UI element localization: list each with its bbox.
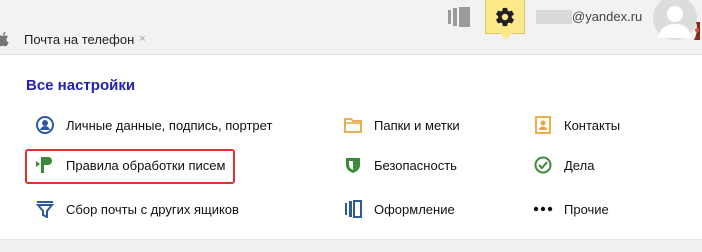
- menu-item-label: Сбор почты с других ящиков: [66, 201, 239, 217]
- theme-icon: [342, 198, 364, 220]
- shield-icon: [342, 154, 364, 176]
- themes-icon[interactable]: [448, 7, 470, 27]
- checkmark-icon: [532, 154, 554, 176]
- menu-item-label: Прочие: [564, 201, 609, 217]
- menu-item-tasks[interactable]: Дела: [532, 153, 594, 177]
- menu-item-contacts[interactable]: Контакты: [532, 113, 620, 137]
- menu-item-label: Правила обработки писем: [66, 157, 226, 173]
- menu-item-label: Папки и метки: [374, 117, 460, 133]
- user-email-domain: @yandex.ru: [572, 9, 643, 24]
- user-account[interactable]: @yandex.ru: [536, 9, 642, 24]
- settings-dropdown: Все настройки Личные данные, подпись, по…: [0, 54, 702, 252]
- menu-item-appearance[interactable]: Оформление: [342, 197, 455, 221]
- mail-to-phone-label[interactable]: Почта на телефон: [24, 32, 134, 47]
- menu-item-label: Оформление: [374, 201, 455, 217]
- top-bar: Почта на телефон × @yandex.ru: [0, 0, 702, 54]
- flag-rules-icon: [34, 154, 56, 176]
- contacts-icon: [532, 114, 554, 136]
- mail-to-phone-tab[interactable]: Почта на телефон ×: [0, 27, 146, 51]
- close-icon[interactable]: ×: [139, 33, 145, 45]
- gear-icon: [496, 7, 514, 26]
- menu-item-mail-collector[interactable]: Сбор почты с других ящиков: [34, 197, 239, 221]
- funnel-icon: [34, 198, 56, 220]
- menu-item-personal-data[interactable]: Личные данные, подпись, портрет: [34, 113, 272, 137]
- menu-item-label: Дела: [564, 157, 595, 173]
- folder-icon: [342, 114, 364, 136]
- avatar-icon[interactable]: [650, 0, 700, 40]
- person-icon: [34, 114, 56, 136]
- more-dots-icon: [532, 198, 554, 220]
- menu-item-folders-labels[interactable]: Папки и метки: [342, 113, 460, 137]
- all-settings-link[interactable]: Все настройки: [26, 77, 135, 94]
- menu-item-other[interactable]: Прочие: [532, 197, 609, 221]
- menu-item-security[interactable]: Безопасность: [342, 153, 457, 177]
- username-masked: [536, 9, 572, 24]
- apple-icon: [0, 32, 9, 47]
- bottom-strip: [0, 239, 702, 252]
- menu-item-mail-rules[interactable]: Правила обработки писем: [34, 153, 225, 177]
- menu-item-label: Личные данные, подпись, портрет: [66, 117, 273, 133]
- menu-item-label: Безопасность: [374, 157, 457, 173]
- settings-button[interactable]: [485, 0, 525, 40]
- menu-item-label: Контакты: [564, 117, 621, 133]
